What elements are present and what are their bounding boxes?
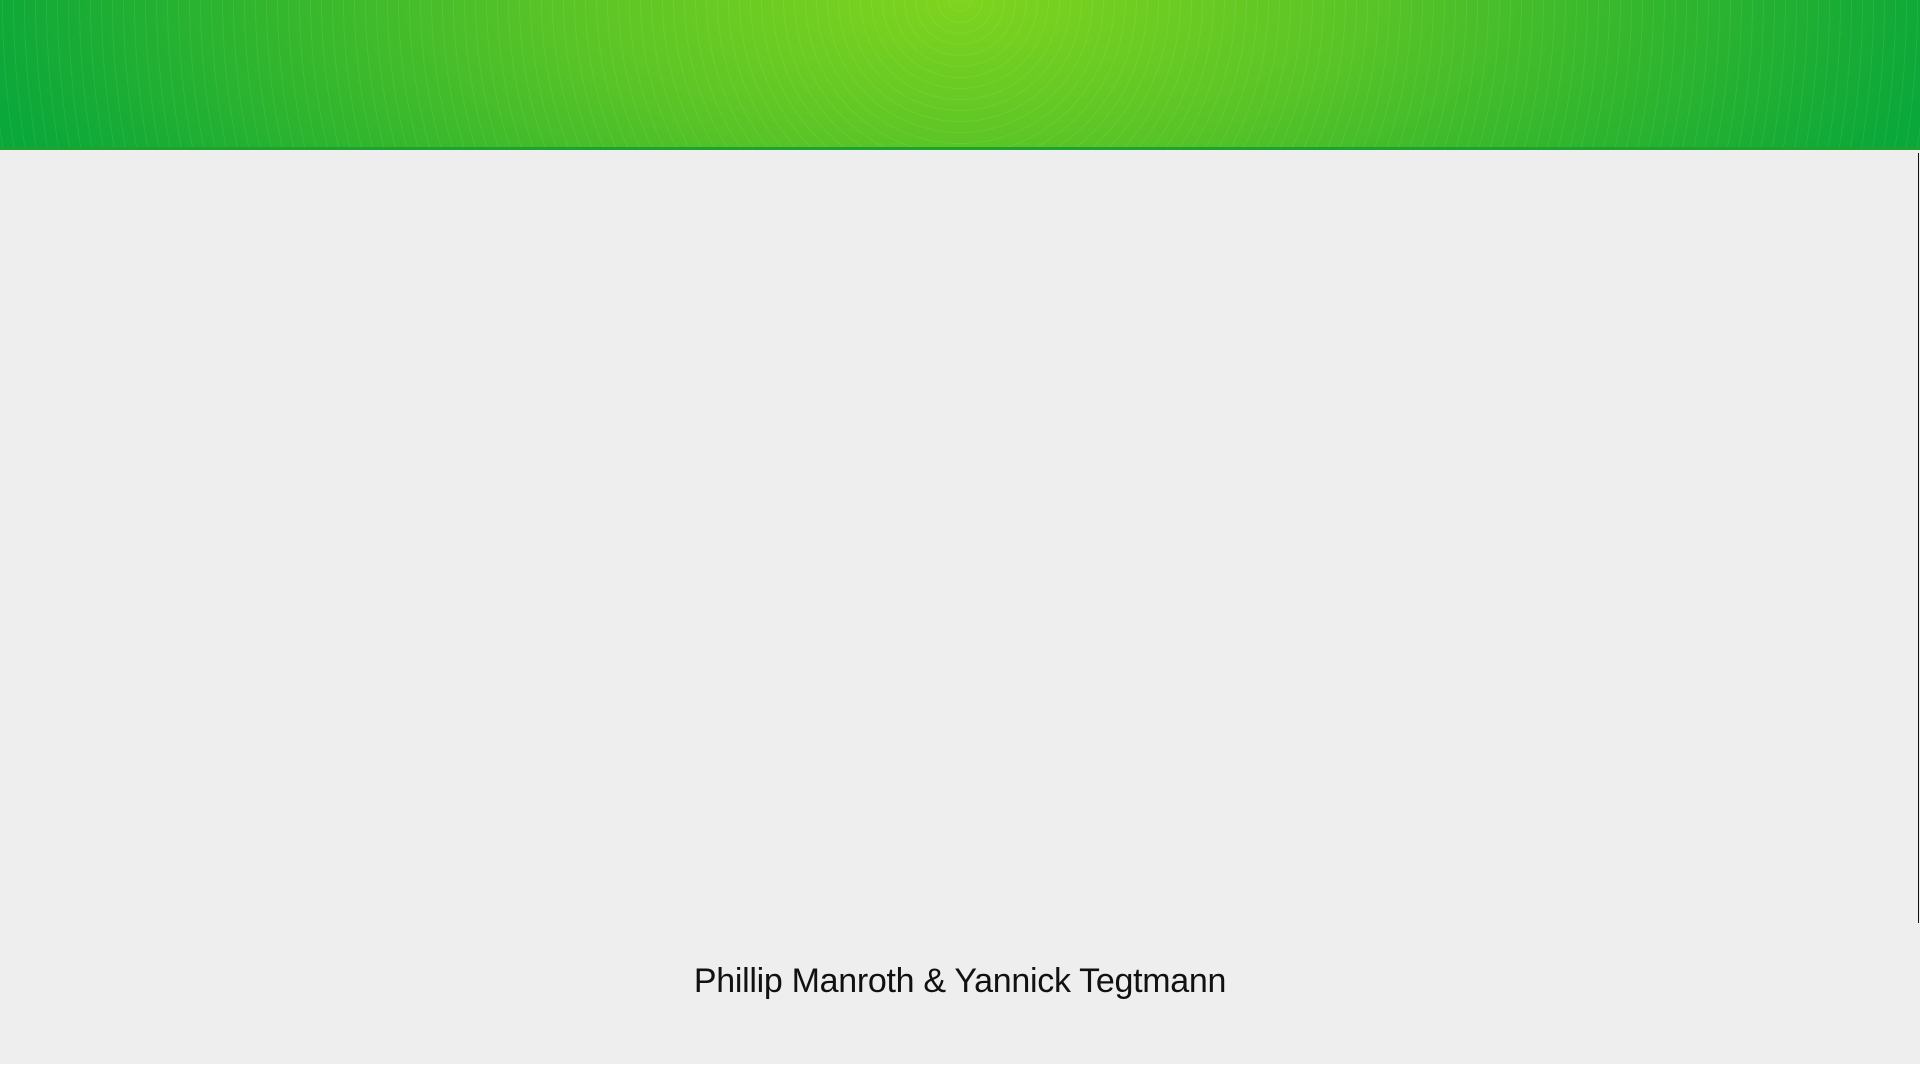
page: Phillip Manroth & Yannick Tegtmann <box>0 0 1920 1066</box>
main-content-area <box>0 153 1919 923</box>
browser-viewport: Phillip Manroth & Yannick Tegtmann <box>0 0 1920 1067</box>
footer-credit: Phillip Manroth & Yannick Tegtmann <box>693 962 1227 1000</box>
header-banner <box>0 0 1920 150</box>
